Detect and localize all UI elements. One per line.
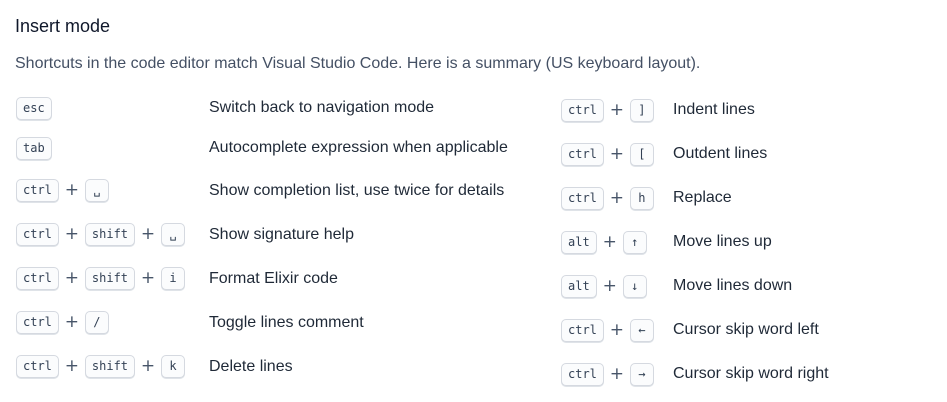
shortcut-row: ctrl + → bbox=[561, 362, 654, 386]
shortcut-description: Move lines up bbox=[673, 233, 772, 250]
shortcut-description: Indent lines bbox=[673, 101, 755, 118]
key-esc: esc bbox=[16, 96, 52, 120]
key-ctrl: ctrl bbox=[16, 222, 59, 246]
key-space: ␣ bbox=[84, 178, 109, 202]
key-alt: alt bbox=[561, 230, 597, 254]
plus-separator: + bbox=[64, 312, 80, 332]
key-slash: / bbox=[84, 310, 109, 334]
plus-separator: + bbox=[609, 320, 625, 340]
key-ctrl: ctrl bbox=[16, 266, 59, 290]
key-i: i bbox=[161, 266, 186, 290]
key-ctrl: ctrl bbox=[561, 362, 604, 386]
plus-separator: + bbox=[602, 232, 617, 252]
shortcut-row: ctrl + shift + i bbox=[16, 266, 186, 290]
shortcut-row: ctrl + ] bbox=[561, 98, 654, 122]
key-alt: alt bbox=[561, 274, 597, 298]
shortcut-row: ctrl + [ bbox=[561, 142, 654, 166]
key-ctrl: ctrl bbox=[561, 98, 604, 122]
key-ctrl: ctrl bbox=[16, 178, 59, 202]
shortcut-description: Cursor skip word left bbox=[673, 321, 819, 338]
key-k: k bbox=[161, 354, 186, 378]
key-h: h bbox=[629, 186, 654, 210]
key-ctrl: ctrl bbox=[16, 354, 59, 378]
shortcut-row: ctrl + ← bbox=[561, 318, 654, 342]
plus-separator: + bbox=[64, 224, 80, 244]
shortcut-description: Outdent lines bbox=[673, 145, 768, 162]
shortcut-row: alt + ↑ bbox=[561, 230, 647, 254]
key-shift: shift bbox=[84, 222, 136, 246]
shortcut-description: Autocomplete expression when applicable bbox=[209, 139, 508, 156]
shortcut-row: ctrl + shift + ␣ bbox=[16, 222, 186, 246]
arrow-left-icon: ← bbox=[629, 318, 654, 342]
key-left-bracket: [ bbox=[629, 142, 654, 166]
shortcut-description: Toggle lines comment bbox=[209, 314, 364, 331]
shortcut-row: alt + ↓ bbox=[561, 274, 647, 298]
key-tab: tab bbox=[16, 136, 52, 160]
shortcut-row: ctrl + ␣ bbox=[16, 178, 109, 202]
arrow-right-icon: → bbox=[629, 362, 654, 386]
shortcut-description: Delete lines bbox=[209, 358, 293, 375]
section-description: Shortcuts in the code editor match Visua… bbox=[15, 55, 701, 72]
shortcut-row: ctrl + / bbox=[16, 310, 109, 334]
shortcut-row: esc bbox=[16, 96, 52, 120]
key-space: ␣ bbox=[161, 222, 186, 246]
shortcut-description: Move lines down bbox=[673, 277, 793, 294]
shortcut-description: Switch back to navigation mode bbox=[209, 99, 435, 116]
plus-separator: + bbox=[609, 144, 625, 164]
key-shift: shift bbox=[84, 266, 136, 290]
shortcut-description: Show completion list, use twice for deta… bbox=[209, 182, 505, 199]
plus-separator: + bbox=[64, 356, 80, 376]
plus-separator: + bbox=[140, 224, 156, 244]
shortcut-description: Format Elixir code bbox=[209, 270, 338, 287]
arrow-up-icon: ↑ bbox=[622, 230, 647, 254]
section-title: Insert mode bbox=[15, 16, 111, 36]
key-shift: shift bbox=[84, 354, 136, 378]
plus-separator: + bbox=[609, 364, 625, 384]
arrow-down-icon: ↓ bbox=[622, 274, 647, 298]
shortcut-row: tab bbox=[16, 136, 52, 160]
plus-separator: + bbox=[64, 268, 80, 288]
shortcut-description: Show signature help bbox=[209, 226, 354, 243]
key-ctrl: ctrl bbox=[561, 186, 604, 210]
shortcut-description: Cursor skip word right bbox=[673, 365, 829, 382]
shortcut-row: ctrl + h bbox=[561, 186, 654, 210]
plus-separator: + bbox=[64, 180, 80, 200]
plus-separator: + bbox=[140, 268, 156, 288]
key-ctrl: ctrl bbox=[561, 318, 604, 342]
plus-separator: + bbox=[609, 100, 625, 120]
plus-separator: + bbox=[602, 276, 617, 296]
key-ctrl: ctrl bbox=[16, 310, 59, 334]
shortcut-description: Replace bbox=[673, 189, 732, 206]
shortcut-row: ctrl + shift + k bbox=[16, 354, 186, 378]
plus-separator: + bbox=[140, 356, 156, 376]
key-ctrl: ctrl bbox=[561, 142, 604, 166]
key-right-bracket: ] bbox=[629, 98, 654, 122]
plus-separator: + bbox=[609, 188, 625, 208]
